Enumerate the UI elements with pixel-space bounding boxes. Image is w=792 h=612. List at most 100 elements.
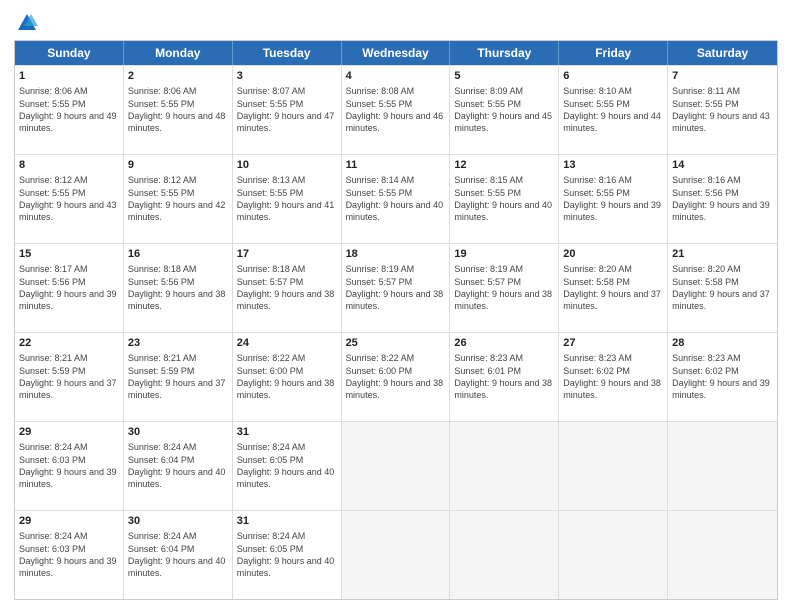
calendar-cell-2: 2Sunrise: 8:06 AM Sunset: 5:55 PM Daylig… [124, 66, 233, 154]
calendar-cell-19: 19Sunrise: 8:19 AM Sunset: 5:57 PM Dayli… [450, 244, 559, 332]
calendar-header: SundayMondayTuesdayWednesdayThursdayFrid… [15, 41, 777, 65]
calendar-page: SundayMondayTuesdayWednesdayThursdayFrid… [0, 0, 792, 612]
calendar-cell-10: 10Sunrise: 8:13 AM Sunset: 5:55 PM Dayli… [233, 155, 342, 243]
day-info: Sunrise: 8:24 AM Sunset: 6:05 PM Dayligh… [237, 530, 337, 579]
calendar-cell-14: 14Sunrise: 8:16 AM Sunset: 5:56 PM Dayli… [668, 155, 777, 243]
calendar-cell-26: 26Sunrise: 8:23 AM Sunset: 6:01 PM Dayli… [450, 333, 559, 421]
calendar-cell-1: 1Sunrise: 8:06 AM Sunset: 5:55 PM Daylig… [15, 66, 124, 154]
calendar-cell-18: 18Sunrise: 8:19 AM Sunset: 5:57 PM Dayli… [342, 244, 451, 332]
calendar-cell-empty [342, 422, 451, 510]
day-number: 28 [672, 336, 773, 351]
calendar: SundayMondayTuesdayWednesdayThursdayFrid… [14, 40, 778, 600]
day-number: 19 [454, 247, 554, 262]
calendar-row-3: 15Sunrise: 8:17 AM Sunset: 5:56 PM Dayli… [15, 243, 777, 332]
day-info: Sunrise: 8:16 AM Sunset: 5:56 PM Dayligh… [672, 174, 773, 223]
day-info: Sunrise: 8:24 AM Sunset: 6:05 PM Dayligh… [237, 441, 337, 490]
calendar-cell-empty [668, 511, 777, 599]
day-number: 30 [128, 425, 228, 440]
calendar-body: 1Sunrise: 8:06 AM Sunset: 5:55 PM Daylig… [15, 65, 777, 599]
day-info: Sunrise: 8:09 AM Sunset: 5:55 PM Dayligh… [454, 85, 554, 134]
day-number: 22 [19, 336, 119, 351]
calendar-cell-15: 15Sunrise: 8:17 AM Sunset: 5:56 PM Dayli… [15, 244, 124, 332]
day-info: Sunrise: 8:16 AM Sunset: 5:55 PM Dayligh… [563, 174, 663, 223]
calendar-cell-empty [559, 422, 668, 510]
day-info: Sunrise: 8:19 AM Sunset: 5:57 PM Dayligh… [346, 263, 446, 312]
header [14, 12, 778, 34]
day-info: Sunrise: 8:12 AM Sunset: 5:55 PM Dayligh… [128, 174, 228, 223]
day-info: Sunrise: 8:18 AM Sunset: 5:56 PM Dayligh… [128, 263, 228, 312]
day-info: Sunrise: 8:24 AM Sunset: 6:03 PM Dayligh… [19, 441, 119, 490]
calendar-cell-6: 6Sunrise: 8:10 AM Sunset: 5:55 PM Daylig… [559, 66, 668, 154]
day-number: 6 [563, 69, 663, 84]
day-info: Sunrise: 8:24 AM Sunset: 6:04 PM Dayligh… [128, 441, 228, 490]
day-number: 10 [237, 158, 337, 173]
calendar-cell-30: 30Sunrise: 8:24 AM Sunset: 6:04 PM Dayli… [124, 511, 233, 599]
day-info: Sunrise: 8:18 AM Sunset: 5:57 PM Dayligh… [237, 263, 337, 312]
calendar-row-4: 22Sunrise: 8:21 AM Sunset: 5:59 PM Dayli… [15, 332, 777, 421]
logo [14, 12, 38, 34]
logo-icon [16, 12, 38, 34]
calendar-cell-22: 22Sunrise: 8:21 AM Sunset: 5:59 PM Dayli… [15, 333, 124, 421]
day-info: Sunrise: 8:22 AM Sunset: 6:00 PM Dayligh… [346, 352, 446, 401]
calendar-cell-8: 8Sunrise: 8:12 AM Sunset: 5:55 PM Daylig… [15, 155, 124, 243]
day-number: 25 [346, 336, 446, 351]
calendar-cell-5: 5Sunrise: 8:09 AM Sunset: 5:55 PM Daylig… [450, 66, 559, 154]
day-number: 21 [672, 247, 773, 262]
calendar-header-sunday: Sunday [15, 41, 124, 65]
day-number: 30 [128, 514, 228, 529]
day-number: 13 [563, 158, 663, 173]
calendar-cell-13: 13Sunrise: 8:16 AM Sunset: 5:55 PM Dayli… [559, 155, 668, 243]
day-number: 11 [346, 158, 446, 173]
day-info: Sunrise: 8:21 AM Sunset: 5:59 PM Dayligh… [128, 352, 228, 401]
calendar-cell-31: 31Sunrise: 8:24 AM Sunset: 6:05 PM Dayli… [233, 422, 342, 510]
day-number: 27 [563, 336, 663, 351]
day-number: 20 [563, 247, 663, 262]
calendar-row-1: 1Sunrise: 8:06 AM Sunset: 5:55 PM Daylig… [15, 65, 777, 154]
day-info: Sunrise: 8:24 AM Sunset: 6:03 PM Dayligh… [19, 530, 119, 579]
day-number: 12 [454, 158, 554, 173]
day-number: 7 [672, 69, 773, 84]
day-info: Sunrise: 8:11 AM Sunset: 5:55 PM Dayligh… [672, 85, 773, 134]
calendar-cell-12: 12Sunrise: 8:15 AM Sunset: 5:55 PM Dayli… [450, 155, 559, 243]
calendar-cell-29: 29Sunrise: 8:24 AM Sunset: 6:03 PM Dayli… [15, 422, 124, 510]
day-info: Sunrise: 8:20 AM Sunset: 5:58 PM Dayligh… [672, 263, 773, 312]
calendar-header-wednesday: Wednesday [342, 41, 451, 65]
calendar-cell-21: 21Sunrise: 8:20 AM Sunset: 5:58 PM Dayli… [668, 244, 777, 332]
calendar-header-saturday: Saturday [668, 41, 777, 65]
day-info: Sunrise: 8:20 AM Sunset: 5:58 PM Dayligh… [563, 263, 663, 312]
day-number: 26 [454, 336, 554, 351]
day-number: 17 [237, 247, 337, 262]
day-info: Sunrise: 8:10 AM Sunset: 5:55 PM Dayligh… [563, 85, 663, 134]
calendar-header-monday: Monday [124, 41, 233, 65]
calendar-cell-28: 28Sunrise: 8:23 AM Sunset: 6:02 PM Dayli… [668, 333, 777, 421]
day-info: Sunrise: 8:15 AM Sunset: 5:55 PM Dayligh… [454, 174, 554, 223]
calendar-cell-29: 29Sunrise: 8:24 AM Sunset: 6:03 PM Dayli… [15, 511, 124, 599]
day-number: 31 [237, 425, 337, 440]
calendar-header-thursday: Thursday [450, 41, 559, 65]
calendar-cell-23: 23Sunrise: 8:21 AM Sunset: 5:59 PM Dayli… [124, 333, 233, 421]
day-number: 15 [19, 247, 119, 262]
calendar-row-6: 29Sunrise: 8:24 AM Sunset: 6:03 PM Dayli… [15, 510, 777, 599]
calendar-row-2: 8Sunrise: 8:12 AM Sunset: 5:55 PM Daylig… [15, 154, 777, 243]
day-number: 4 [346, 69, 446, 84]
calendar-cell-7: 7Sunrise: 8:11 AM Sunset: 5:55 PM Daylig… [668, 66, 777, 154]
calendar-header-tuesday: Tuesday [233, 41, 342, 65]
calendar-cell-empty [342, 511, 451, 599]
day-number: 9 [128, 158, 228, 173]
calendar-cell-30: 30Sunrise: 8:24 AM Sunset: 6:04 PM Dayli… [124, 422, 233, 510]
calendar-cell-empty [668, 422, 777, 510]
day-info: Sunrise: 8:21 AM Sunset: 5:59 PM Dayligh… [19, 352, 119, 401]
day-info: Sunrise: 8:24 AM Sunset: 6:04 PM Dayligh… [128, 530, 228, 579]
calendar-cell-27: 27Sunrise: 8:23 AM Sunset: 6:02 PM Dayli… [559, 333, 668, 421]
day-number: 3 [237, 69, 337, 84]
day-number: 23 [128, 336, 228, 351]
day-info: Sunrise: 8:08 AM Sunset: 5:55 PM Dayligh… [346, 85, 446, 134]
day-number: 24 [237, 336, 337, 351]
calendar-header-friday: Friday [559, 41, 668, 65]
calendar-cell-4: 4Sunrise: 8:08 AM Sunset: 5:55 PM Daylig… [342, 66, 451, 154]
day-info: Sunrise: 8:12 AM Sunset: 5:55 PM Dayligh… [19, 174, 119, 223]
calendar-cell-11: 11Sunrise: 8:14 AM Sunset: 5:55 PM Dayli… [342, 155, 451, 243]
day-info: Sunrise: 8:17 AM Sunset: 5:56 PM Dayligh… [19, 263, 119, 312]
day-number: 14 [672, 158, 773, 173]
day-info: Sunrise: 8:13 AM Sunset: 5:55 PM Dayligh… [237, 174, 337, 223]
